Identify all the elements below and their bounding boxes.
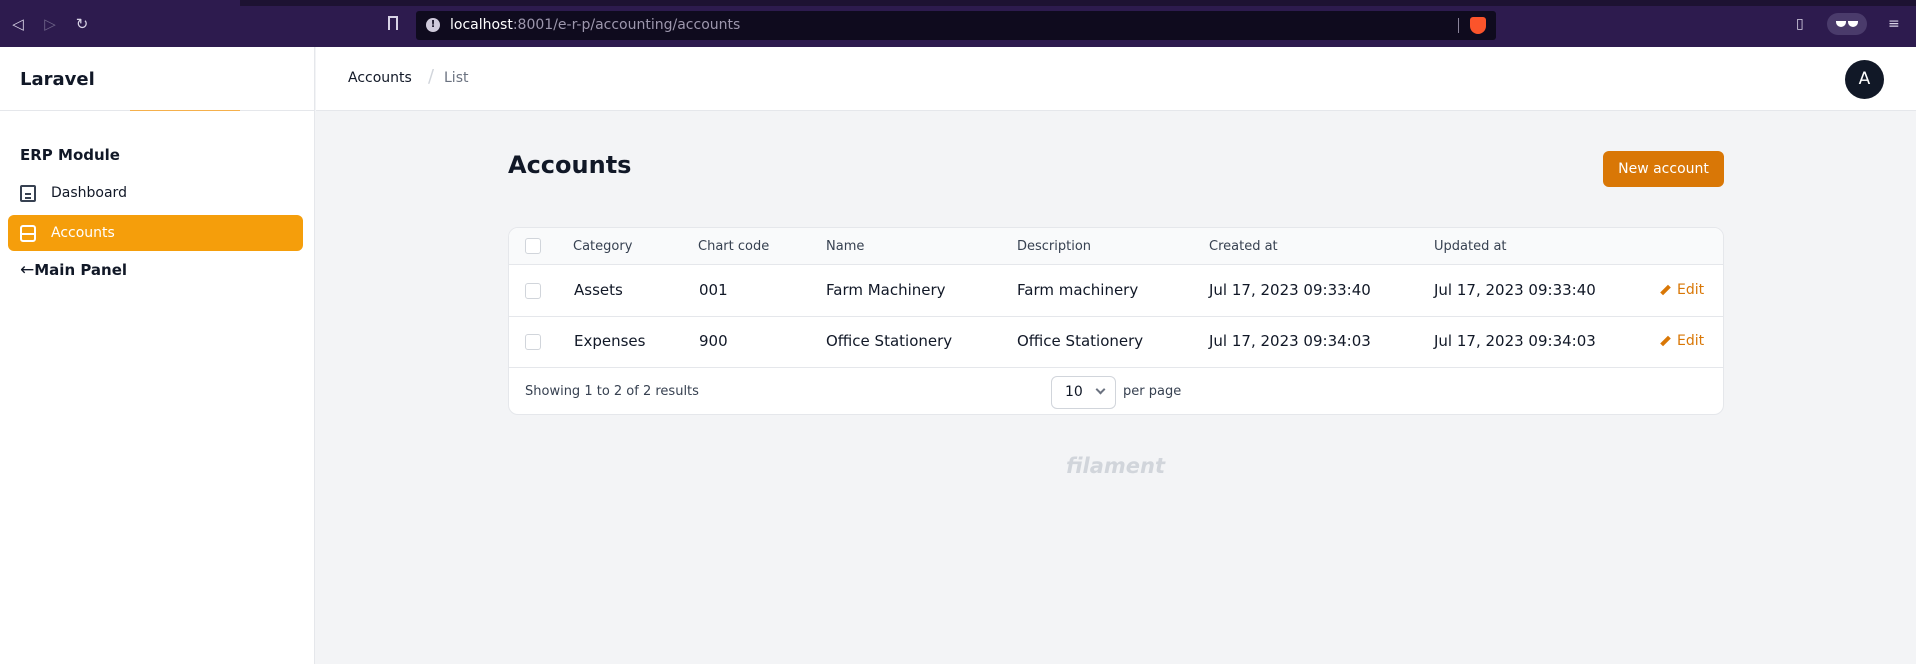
cell-name: Office Stationery	[826, 332, 953, 350]
brand-divider	[0, 110, 315, 111]
table-row[interactable]: Expenses 900 Office Stationery Office St…	[509, 317, 1723, 368]
brand-logo[interactable]: Laravel	[20, 69, 95, 90]
sidebar-toggle-icon[interactable]: ▯	[1796, 16, 1804, 32]
pencil-icon	[1659, 285, 1669, 295]
arrow-left-icon: ←	[20, 260, 35, 280]
table-header: Category Chart code Name Description Cre…	[509, 228, 1723, 265]
column-header-description[interactable]: Description	[1017, 239, 1091, 254]
menu-icon[interactable]: ≡	[1888, 16, 1900, 32]
cell-name: Farm Machinery	[826, 281, 946, 299]
cell-category: Assets	[574, 281, 623, 299]
select-all-checkbox[interactable]	[525, 238, 541, 254]
url-divider	[1458, 18, 1459, 33]
table-pagination: Showing 1 to 2 of 2 results 10 per page	[509, 368, 1723, 414]
accounts-table: Category Chart code Name Description Cre…	[508, 227, 1724, 415]
address-bar[interactable]: ! localhost:8001/e-r-p/accounting/accoun…	[416, 11, 1496, 40]
brave-shield-icon[interactable]	[1470, 17, 1486, 34]
breadcrumb-separator: /	[428, 66, 435, 87]
private-window-icon[interactable]	[1827, 13, 1867, 35]
footer-brand[interactable]: filament	[1066, 454, 1165, 478]
table-row[interactable]: Assets 001 Farm Machinery Farm machinery…	[509, 266, 1723, 317]
per-page-select[interactable]: 10	[1051, 376, 1116, 409]
column-header-updated-at[interactable]: Updated at	[1434, 239, 1507, 254]
page-title: Accounts	[508, 151, 632, 179]
cell-chart-code: 001	[699, 281, 728, 299]
column-header-category[interactable]: Category	[573, 239, 632, 254]
cell-category: Expenses	[574, 332, 646, 350]
url-host: localhost	[450, 17, 513, 33]
sidebar-item-label: Dashboard	[51, 185, 127, 201]
bookmark-icon[interactable]	[388, 16, 398, 30]
pencil-icon	[1659, 336, 1669, 346]
new-account-button[interactable]: New account	[1603, 151, 1724, 187]
sidebar: Laravel ERP Module Dashboard Accounts ←M…	[0, 47, 315, 664]
site-info-icon[interactable]: !	[426, 18, 440, 32]
sidebar-item-label: Accounts	[51, 225, 115, 241]
cell-updated-at: Jul 17, 2023 09:33:40	[1434, 281, 1596, 299]
column-header-chart-code[interactable]: Chart code	[698, 239, 769, 254]
breadcrumb-list[interactable]: List	[444, 70, 468, 86]
main-panel-link[interactable]: ←Main Panel	[20, 260, 127, 280]
reload-icon[interactable]: ↻	[72, 14, 92, 34]
cell-updated-at: Jul 17, 2023 09:34:03	[1434, 332, 1596, 350]
breadcrumb-accounts[interactable]: Accounts	[348, 70, 412, 86]
forward-icon: ▷	[44, 15, 56, 33]
sidebar-item-dashboard[interactable]: Dashboard	[8, 175, 303, 211]
document-icon	[20, 184, 36, 202]
column-header-created-at[interactable]: Created at	[1209, 239, 1278, 254]
topbar: Accounts / List A	[316, 47, 1916, 111]
browser-toolbar: ◁ ▷ ↻ ! localhost:8001/e-r-p/accounting/…	[0, 0, 1916, 47]
inbox-stack-icon	[20, 224, 36, 242]
edit-label: Edit	[1677, 282, 1705, 298]
cell-description: Farm machinery	[1017, 281, 1139, 299]
edit-button[interactable]: Edit	[1659, 333, 1704, 349]
column-header-name[interactable]: Name	[826, 239, 864, 254]
row-checkbox[interactable]	[525, 283, 541, 299]
edit-button[interactable]: Edit	[1659, 282, 1704, 298]
results-summary: Showing 1 to 2 of 2 results	[525, 384, 699, 399]
chevron-down-icon	[1095, 384, 1106, 395]
sidebar-item-accounts[interactable]: Accounts	[8, 215, 303, 251]
url-text[interactable]: localhost:8001/e-r-p/accounting/accounts	[450, 17, 740, 33]
sidebar-group-label: ERP Module	[20, 146, 120, 164]
browser-tab-strip	[240, 0, 1916, 6]
cell-description: Office Stationery	[1017, 332, 1144, 350]
main-panel-label: Main Panel	[34, 261, 128, 279]
avatar[interactable]: A	[1845, 60, 1884, 99]
per-page-value: 10	[1065, 384, 1083, 400]
url-path: :8001/e-r-p/accounting/accounts	[512, 17, 741, 33]
row-checkbox[interactable]	[525, 334, 541, 350]
edit-label: Edit	[1677, 333, 1705, 349]
cell-created-at: Jul 17, 2023 09:34:03	[1209, 332, 1371, 350]
cell-created-at: Jul 17, 2023 09:33:40	[1209, 281, 1371, 299]
cell-chart-code: 900	[699, 332, 728, 350]
back-icon[interactable]: ◁	[8, 14, 28, 34]
per-page-label: per page	[1123, 384, 1182, 399]
